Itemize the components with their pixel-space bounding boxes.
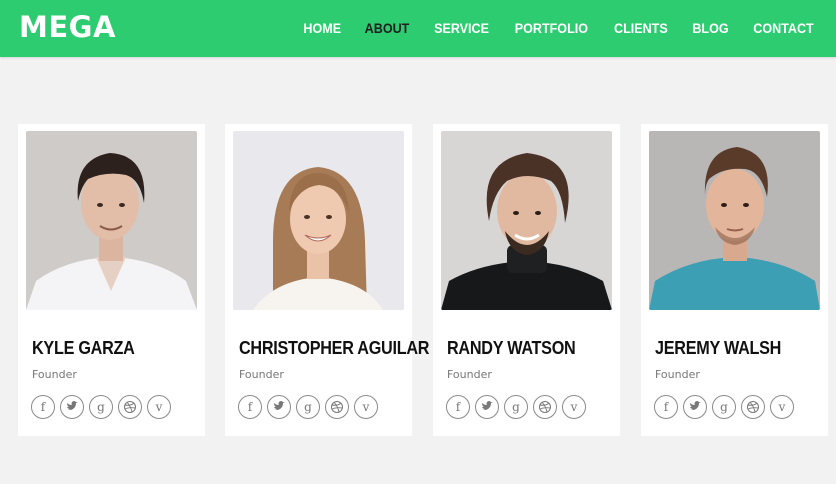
twitter-icon[interactable]: [683, 395, 707, 419]
nav-clients[interactable]: CLIENTS: [614, 21, 668, 36]
team-card: CHRISTOPHER AGUILAR Founder f g v: [225, 124, 429, 436]
nav-contact[interactable]: CONTACT: [753, 21, 813, 36]
nav-portfolio[interactable]: PORTFOLIO: [515, 21, 588, 36]
portrait-man-teal-shirt-image: [649, 131, 820, 310]
facebook-icon[interactable]: f: [654, 395, 678, 419]
member-name: KYLE GARZA: [32, 338, 135, 358]
nav-home[interactable]: HOME: [303, 21, 341, 36]
google-plus-icon[interactable]: g: [712, 395, 736, 419]
team-card: KYLE GARZA Founder f g v: [18, 124, 205, 436]
facebook-icon[interactable]: f: [31, 395, 55, 419]
nav-blog[interactable]: BLOG: [692, 21, 728, 36]
member-role: Founder: [447, 368, 492, 381]
member-role: Founder: [239, 368, 284, 381]
google-plus-icon[interactable]: g: [504, 395, 528, 419]
site-logo[interactable]: MEGA: [19, 9, 116, 45]
twitter-icon[interactable]: [267, 395, 291, 419]
team-photo: [26, 131, 197, 310]
team-card: RANDY WATSON Founder f g v: [433, 124, 620, 436]
vimeo-icon[interactable]: v: [562, 395, 586, 419]
team-photo: [441, 131, 612, 310]
dribbble-icon[interactable]: [741, 395, 765, 419]
nav-about[interactable]: ABOUT: [365, 21, 410, 36]
social-links: f g v: [31, 395, 171, 419]
nav-service[interactable]: SERVICE: [435, 21, 490, 36]
dribbble-icon[interactable]: [533, 395, 557, 419]
member-role: Founder: [655, 368, 700, 381]
vimeo-icon[interactable]: v: [147, 395, 171, 419]
team-card: JEREMY WALSH Founder f g v: [641, 124, 828, 436]
main-menu: HOME ABOUT SERVICE PORTFOLIO CLIENTS BLO…: [281, 0, 816, 57]
member-name: CHRISTOPHER AGUILAR: [239, 338, 430, 358]
facebook-icon[interactable]: f: [446, 395, 470, 419]
vimeo-icon[interactable]: v: [770, 395, 794, 419]
social-links: f g v: [654, 395, 794, 419]
social-links: f g v: [238, 395, 378, 419]
twitter-icon[interactable]: [60, 395, 84, 419]
dribbble-icon[interactable]: [325, 395, 349, 419]
member-name: JEREMY WALSH: [655, 338, 782, 358]
portrait-man-black-turtleneck-image: [441, 131, 612, 310]
portrait-man-white-shirt-image: [26, 131, 197, 310]
top-navbar: MEGA HOME ABOUT SERVICE PORTFOLIO CLIENT…: [0, 0, 836, 57]
google-plus-icon[interactable]: g: [296, 395, 320, 419]
dribbble-icon[interactable]: [118, 395, 142, 419]
team-photo: [233, 131, 404, 310]
team-photo: [649, 131, 820, 310]
social-links: f g v: [446, 395, 586, 419]
member-role: Founder: [32, 368, 77, 381]
member-name: RANDY WATSON: [447, 338, 576, 358]
google-plus-icon[interactable]: g: [89, 395, 113, 419]
facebook-icon[interactable]: f: [238, 395, 262, 419]
vimeo-icon[interactable]: v: [354, 395, 378, 419]
twitter-icon[interactable]: [475, 395, 499, 419]
portrait-woman-long-hair-image: [233, 131, 404, 310]
